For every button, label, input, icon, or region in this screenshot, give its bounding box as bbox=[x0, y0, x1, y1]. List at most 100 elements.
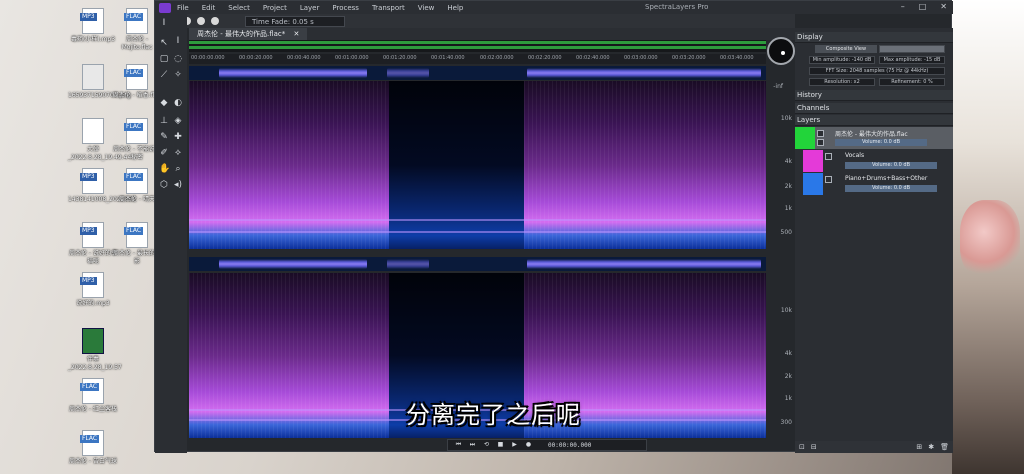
transport-time: 00:00:00.000 bbox=[548, 441, 592, 449]
layer-visibility-checkbox[interactable] bbox=[817, 130, 824, 137]
ruler-tick-label: 00:00:20.000 bbox=[239, 55, 273, 61]
max-amplitude-field[interactable]: Max amplitude: -15 dB bbox=[879, 56, 945, 64]
wand-icon[interactable]: ✧ bbox=[173, 70, 183, 80]
layer-row-main[interactable]: 周杰伦 - 最伟大的作品.flac Volume: 0.0 dB bbox=[795, 127, 953, 149]
maximize-icon[interactable]: □ bbox=[919, 2, 927, 11]
layers-header[interactable]: Layers bbox=[795, 115, 953, 126]
spectrogram-channel-1[interactable] bbox=[189, 81, 766, 249]
menu-select[interactable]: Select bbox=[228, 4, 250, 12]
play-icon[interactable]: ▶ bbox=[510, 441, 519, 449]
text-cursor-icon[interactable]: I bbox=[159, 18, 169, 28]
fill-icon[interactable]: ◈ bbox=[173, 116, 183, 126]
history-header[interactable]: History bbox=[795, 90, 953, 101]
pencil-icon[interactable]: ✐ bbox=[159, 148, 169, 158]
ruler-tick-label: 00:03:00.000 bbox=[624, 55, 658, 61]
menu-edit[interactable]: Edit bbox=[202, 4, 216, 12]
layer-volume[interactable]: Volume: 0.0 dB bbox=[835, 139, 927, 146]
time-select-icon[interactable]: I bbox=[173, 36, 183, 46]
layer-row-accompaniment[interactable]: Piano+Drums+Bass+Other Volume: 0.0 dB bbox=[795, 173, 953, 195]
spectral-region bbox=[189, 273, 389, 438]
file-type-tag: FLAC bbox=[124, 227, 144, 235]
lasso-icon[interactable]: ◌ bbox=[173, 54, 183, 64]
file-icon: FLAC bbox=[124, 8, 148, 34]
color-scheme-select[interactable] bbox=[879, 45, 945, 53]
dropper-icon[interactable]: ⟡ bbox=[173, 148, 183, 158]
arrow-icon[interactable]: ↖ bbox=[159, 38, 169, 48]
record-button-icon[interactable]: ● bbox=[524, 441, 533, 449]
desktop-file-icon[interactable]: MP3 周杰伦 - 说好的幸福呢 bbox=[68, 222, 118, 266]
desktop-file-icon[interactable]: MP3 1438141008_2022062 bbox=[68, 168, 136, 204]
layer-name: Vocals bbox=[845, 152, 865, 159]
menu-help[interactable]: Help bbox=[447, 4, 463, 12]
menu-transport[interactable]: Transport bbox=[372, 4, 405, 12]
stamp-icon[interactable]: ⊥ bbox=[159, 116, 169, 126]
half-circle-icon[interactable] bbox=[197, 17, 205, 25]
desktop-file-icon[interactable]: 1659371590700.png bbox=[68, 64, 131, 100]
heal-icon[interactable]: ✚ bbox=[173, 132, 183, 142]
video-subtitle: 分离完了之后呢 bbox=[406, 401, 581, 429]
menu-process[interactable]: Process bbox=[332, 4, 359, 12]
toggle-icon[interactable] bbox=[211, 17, 219, 25]
min-amplitude-field[interactable]: Min amplitude: -140 dB bbox=[809, 56, 875, 64]
refinement-field[interactable]: Refinement: 0 % bbox=[879, 78, 945, 86]
close-icon[interactable]: ✕ bbox=[940, 2, 947, 11]
fft-size-field[interactable]: FFT Size: 2048 samples (75 Hz @ 44kHz) bbox=[809, 67, 945, 75]
menu-view[interactable]: View bbox=[418, 4, 435, 12]
channels-header[interactable]: Channels bbox=[795, 103, 953, 114]
file-icon: MP3 bbox=[80, 272, 104, 298]
menu-project[interactable]: Project bbox=[263, 4, 287, 12]
layer-visibility-checkbox[interactable] bbox=[825, 153, 832, 160]
trash-icon[interactable]: 🗑 bbox=[940, 443, 949, 451]
new-layer-icon[interactable]: ⊞ bbox=[916, 443, 922, 451]
file-icon bbox=[82, 328, 104, 354]
stop-icon[interactable]: ■ bbox=[496, 441, 505, 449]
speaker-icon[interactable]: ◂) bbox=[173, 180, 183, 190]
composite-view-button[interactable]: Composite View bbox=[815, 45, 877, 53]
rectangle-select-icon[interactable]: ▢ bbox=[159, 54, 169, 64]
display-header[interactable]: Display bbox=[795, 32, 953, 43]
menu-layer[interactable]: Layer bbox=[300, 4, 320, 12]
desktop-file-icon[interactable]: 大弹_2022.8.28_19.49.44 bbox=[68, 118, 131, 162]
toolbar: Time Fade: 0.05 s bbox=[155, 14, 795, 28]
menu-file[interactable]: File bbox=[177, 4, 189, 12]
time-ruler[interactable]: 00:00:00.000 00:00:20.000 00:00:40.000 00:0… bbox=[189, 54, 766, 64]
brush-icon[interactable]: ⟋ bbox=[159, 70, 169, 80]
group-icon[interactable]: ⊟ bbox=[811, 443, 817, 451]
document-tab[interactable]: 周杰伦 - 最伟大的作品.flac* ✕ bbox=[189, 28, 308, 40]
fx-icon[interactable]: ✱ bbox=[928, 443, 934, 451]
layer-lock-checkbox[interactable] bbox=[817, 139, 824, 146]
eraser-icon[interactable]: ◆ bbox=[159, 98, 169, 108]
desktop-file-icon[interactable]: 伴奏_2022.8.28_19.57 bbox=[68, 328, 122, 372]
desktop-file-icon[interactable]: FLAC 周杰伦 - 告白气球 bbox=[68, 430, 118, 466]
smudge-icon[interactable]: ◐ bbox=[173, 98, 183, 108]
skip-forward-icon[interactable]: ⏭ bbox=[468, 441, 477, 449]
waveform-channel-1[interactable] bbox=[189, 66, 766, 80]
tab-close-icon[interactable]: ✕ bbox=[293, 30, 299, 38]
master-volume-knob[interactable] bbox=[767, 37, 795, 65]
resolution-field[interactable]: Resolution: x2 bbox=[809, 78, 875, 86]
frequency-axis-2: 10k 4k 2k 1k 300 bbox=[767, 273, 795, 438]
project-overview[interactable] bbox=[189, 40, 766, 52]
cube-icon[interactable]: ⬡ bbox=[159, 180, 169, 190]
file-icon: FLAC bbox=[124, 64, 148, 90]
skip-back-icon[interactable]: ⏮ bbox=[454, 441, 463, 449]
minimize-icon[interactable]: – bbox=[901, 2, 905, 11]
desktop-file-icon[interactable]: MP3 毒药(小样).mp3 bbox=[68, 8, 118, 44]
spectral-band bbox=[189, 219, 766, 221]
loop-icon[interactable]: ⟲ bbox=[482, 441, 491, 449]
time-fade-field[interactable]: Time Fade: 0.05 s bbox=[245, 15, 345, 27]
file-icon: MP3 bbox=[80, 222, 104, 248]
layer-row-vocals[interactable]: Vocals Volume: 0.0 dB bbox=[795, 150, 953, 172]
layer-volume[interactable]: Volume: 0.0 dB bbox=[845, 185, 937, 192]
layer-visibility-checkbox[interactable] bbox=[825, 176, 832, 183]
desktop-file-icon[interactable]: FLAC 周杰伦 - 红尘客栈 bbox=[68, 378, 118, 414]
layer-volume[interactable]: Volume: 0.0 dB bbox=[845, 162, 937, 169]
hand-icon[interactable]: ✋ bbox=[159, 164, 170, 174]
zoom-icon[interactable]: ⌕ bbox=[173, 164, 183, 174]
waveform-channel-2[interactable] bbox=[189, 257, 766, 271]
file-icon: MP3 bbox=[80, 8, 104, 34]
link-icon[interactable]: ⊡ bbox=[799, 443, 805, 451]
ruler-tick-label: 00:00:00.000 bbox=[191, 55, 225, 61]
pen-icon[interactable]: ✎ bbox=[159, 132, 169, 142]
desktop-file-icon[interactable]: MP3 说好的.mp3 bbox=[68, 272, 118, 308]
